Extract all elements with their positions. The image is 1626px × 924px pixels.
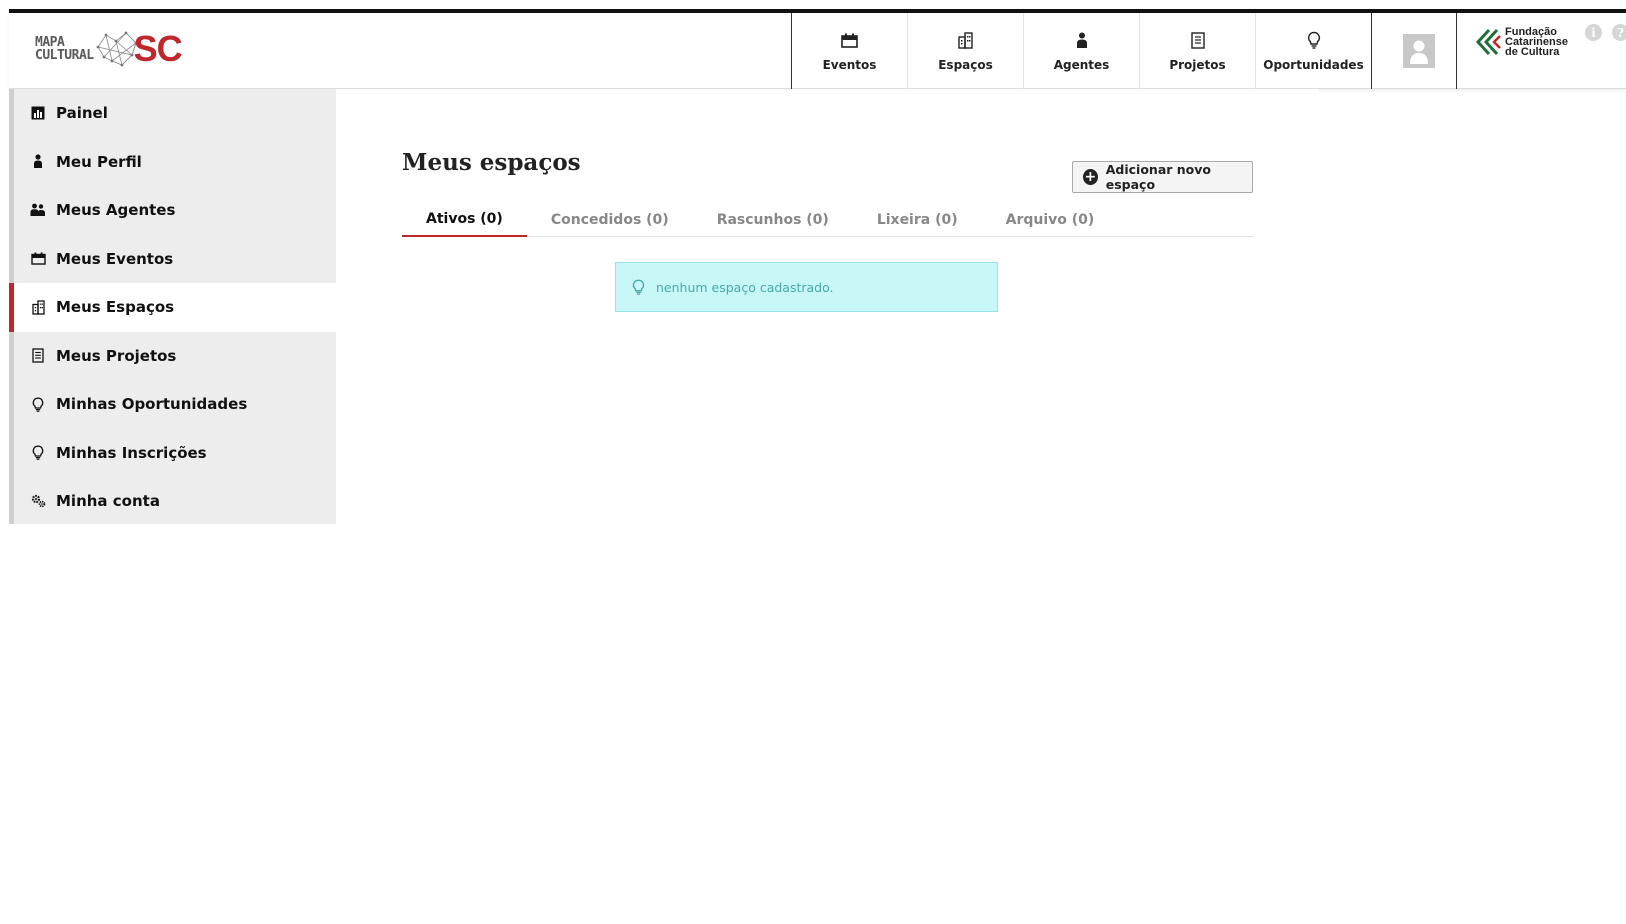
logo-line2: CULTURAL — [35, 48, 94, 63]
nav-label: Oportunidades — [1263, 58, 1364, 72]
sidebar-item-meus-espacos[interactable]: Meus Espaços — [9, 283, 336, 332]
nav-label: Projetos — [1169, 58, 1226, 72]
people-icon — [28, 202, 48, 218]
help-icon[interactable]: ? — [1612, 24, 1626, 41]
nav-oportunidades[interactable]: Oportunidades — [1256, 13, 1372, 89]
user-menu[interactable] — [1382, 13, 1457, 89]
tab-rascunhos[interactable]: Rascunhos (0) — [693, 202, 853, 237]
page-title: Meus espaços — [402, 149, 581, 176]
add-space-label: Adicionar novo espaço — [1105, 162, 1211, 192]
info-icon[interactable]: i — [1585, 24, 1602, 41]
fcc-chevron-icon — [1475, 28, 1501, 56]
sidebar-item-label: Minhas Inscrições — [56, 443, 207, 462]
tab-lixeira[interactable]: Lixeira (0) — [853, 202, 982, 237]
nav-projetos[interactable]: Projetos — [1140, 13, 1256, 89]
mapa-cultural-logo[interactable]: MAPA CULTURAL SC — [35, 21, 185, 77]
sidebar-item-meus-eventos[interactable]: Meus Eventos — [14, 235, 336, 284]
sidebar-item-label: Minhas Oportunidades — [56, 395, 248, 414]
sidebar-item-meu-perfil[interactable]: Meu Perfil — [14, 138, 336, 187]
tab-ativos[interactable]: Ativos (0) — [402, 202, 527, 237]
sidebar-item-label: Minha conta — [56, 492, 160, 511]
sidebar-item-minhas-inscricoes[interactable]: Minhas Inscrições — [14, 429, 336, 478]
sidebar-item-label: Meu Perfil — [56, 152, 142, 171]
sidebar-item-label: Painel — [56, 104, 108, 123]
sidebar-item-painel[interactable]: Painel — [14, 89, 336, 138]
plus-circle-icon: + — [1083, 169, 1098, 185]
avatar — [1403, 34, 1435, 68]
nav-agentes[interactable]: Agentes — [1024, 13, 1140, 89]
nav-label: Espaços — [938, 58, 993, 72]
dashboard-icon — [28, 105, 48, 121]
nav-label: Eventos — [822, 58, 877, 72]
sidebar: Painel Meu Perfil Meus Agentes Meus Even… — [9, 89, 336, 526]
sidebar-item-label: Meus Agentes — [56, 201, 176, 220]
nav-eventos[interactable]: Eventos — [792, 13, 908, 89]
sidebar-item-label: Meus Eventos — [56, 249, 174, 268]
gears-icon — [28, 493, 48, 509]
fcc-wordmark: Fundação Catarinense de Cultura — [1505, 27, 1568, 58]
sidebar-item-meus-agentes[interactable]: Meus Agentes — [14, 186, 336, 235]
sidebar-item-meus-projetos[interactable]: Meus Projetos — [14, 332, 336, 381]
lightbulb-icon — [630, 279, 646, 295]
empty-state-alert: nenhum espaço cadastrado. — [615, 262, 998, 312]
person-icon — [28, 154, 48, 170]
tab-concedidos[interactable]: Concedidos (0) — [527, 202, 693, 237]
header-help-icons: i ? — [1585, 24, 1626, 41]
fcc-line3: de Cultura — [1505, 46, 1560, 58]
main-panel: Meus espaços + Adicionar novo espaço Ati… — [336, 89, 1319, 403]
lightbulb-icon — [28, 445, 48, 461]
lightbulb-icon — [1304, 30, 1324, 50]
empty-state-text: nenhum espaço cadastrado. — [656, 279, 834, 295]
document-icon — [28, 348, 48, 364]
sidebar-item-label: Meus Espaços — [56, 298, 175, 317]
user-silhouette-icon — [1410, 40, 1428, 64]
main-nav: Eventos Espaços Agentes Projetos Oportun… — [791, 13, 1372, 89]
person-icon — [1072, 30, 1092, 50]
sidebar-item-minhas-oportunidades[interactable]: Minhas Oportunidades — [14, 380, 336, 429]
calendar-icon — [840, 30, 860, 50]
space-status-tabs: Ativos (0) Concedidos (0) Rascunhos (0) … — [402, 202, 1253, 237]
calendar-icon — [28, 251, 48, 267]
document-icon — [1188, 30, 1208, 50]
building-icon — [956, 30, 976, 50]
fundacao-catarinense-logo[interactable]: Fundação Catarinense de Cultura — [1475, 25, 1568, 59]
nav-espacos[interactable]: Espaços — [908, 13, 1024, 89]
tab-arquivo[interactable]: Arquivo (0) — [982, 202, 1119, 237]
site-header: MAPA CULTURAL SC Eventos Espaços Agentes… — [9, 13, 1626, 89]
add-space-button[interactable]: + Adicionar novo espaço — [1072, 161, 1253, 193]
sidebar-item-minha-conta[interactable]: Minha conta — [14, 477, 336, 526]
top-stripe — [0, 0, 1626, 13]
sidebar-item-label: Meus Projetos — [56, 346, 177, 365]
nav-label: Agentes — [1053, 58, 1110, 72]
logo-wordmark: MAPA CULTURAL — [35, 36, 94, 62]
lightbulb-icon — [28, 396, 48, 412]
logo-sc: SC — [133, 28, 183, 69]
building-icon — [28, 299, 48, 315]
